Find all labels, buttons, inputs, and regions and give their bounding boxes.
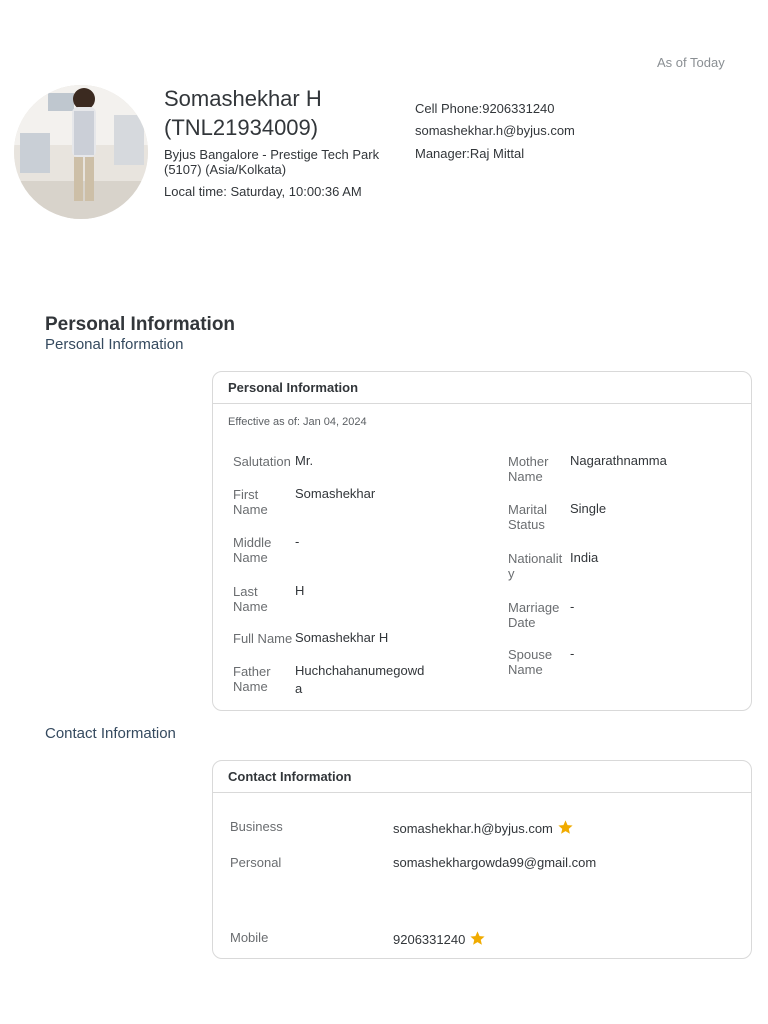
contact-row-mobile: 9206331240 xyxy=(393,930,486,950)
field-value: Mr. xyxy=(295,453,314,468)
local-time: Local time: Saturday, 10:00:36 AM xyxy=(164,184,362,199)
field-value: India xyxy=(570,550,599,565)
card-title: Contact Information xyxy=(213,761,751,793)
subsection-personal: Personal Information xyxy=(45,336,184,353)
employee-location: Byjus Bangalore - Prestige Tech Park (51… xyxy=(164,147,380,177)
contact-row-business: somashekhar.h@byjus.com xyxy=(393,819,574,839)
field-value: Somashekhar xyxy=(295,486,376,501)
avatar xyxy=(14,85,148,219)
section-heading-personal: Personal Information xyxy=(45,314,236,335)
contact-label-personal: Personal xyxy=(230,855,282,870)
star-icon xyxy=(557,819,574,839)
personal-email-link[interactable]: somashekhargowda99@gmail.com xyxy=(393,855,596,870)
contact-row-personal: somashekhargowda99@gmail.com xyxy=(393,855,596,870)
cell-phone[interactable]: Cell Phone:9206331240 xyxy=(415,101,555,116)
mobile-number-link[interactable]: 9206331240 xyxy=(393,932,465,947)
field-value: Huchchahanumegowda xyxy=(295,663,425,696)
field-value: - xyxy=(570,646,575,661)
email-link[interactable]: somashekhar.h@byjus.com xyxy=(415,123,575,138)
employee-name: Somashekhar H (TNL21934009) xyxy=(164,86,322,140)
field-label: Nationality xyxy=(508,551,563,581)
star-icon xyxy=(469,930,486,950)
business-email-link[interactable]: somashekhar.h@byjus.com xyxy=(393,821,553,836)
contact-label-business: Business xyxy=(230,819,283,834)
field-label: Mother Name xyxy=(508,454,549,484)
subsection-contact: Contact Information xyxy=(45,725,176,742)
field-label: Full Name xyxy=(233,631,293,646)
personal-information-card: Personal Information Effective as of: Ja… xyxy=(212,371,752,711)
contact-label-mobile: Mobile xyxy=(230,930,269,945)
field-value: - xyxy=(570,599,575,614)
field-label: Last Name xyxy=(233,584,268,614)
effective-date: Effective as of: Jan 04, 2024 xyxy=(228,416,367,428)
as-of-label: As of Today xyxy=(657,55,725,70)
field-value: - xyxy=(295,534,300,549)
field-label: Marriage Date xyxy=(508,600,560,630)
field-label: Salutation xyxy=(233,454,291,469)
field-label: First Name xyxy=(233,487,268,517)
field-label: Marital Status xyxy=(508,502,548,532)
field-label: Father Name xyxy=(233,664,271,694)
field-label: Spouse Name xyxy=(508,647,553,677)
card-title: Personal Information xyxy=(213,372,751,404)
field-value: Single xyxy=(570,501,607,516)
field-value: Somashekhar H xyxy=(295,630,389,645)
contact-information-card: Contact Information Business somashekhar… xyxy=(212,760,752,959)
field-label: Middle Name xyxy=(233,535,272,565)
manager[interactable]: Manager:Raj Mittal xyxy=(415,146,524,161)
field-value: H xyxy=(295,583,305,598)
field-value: Nagarathnamma xyxy=(570,453,667,468)
